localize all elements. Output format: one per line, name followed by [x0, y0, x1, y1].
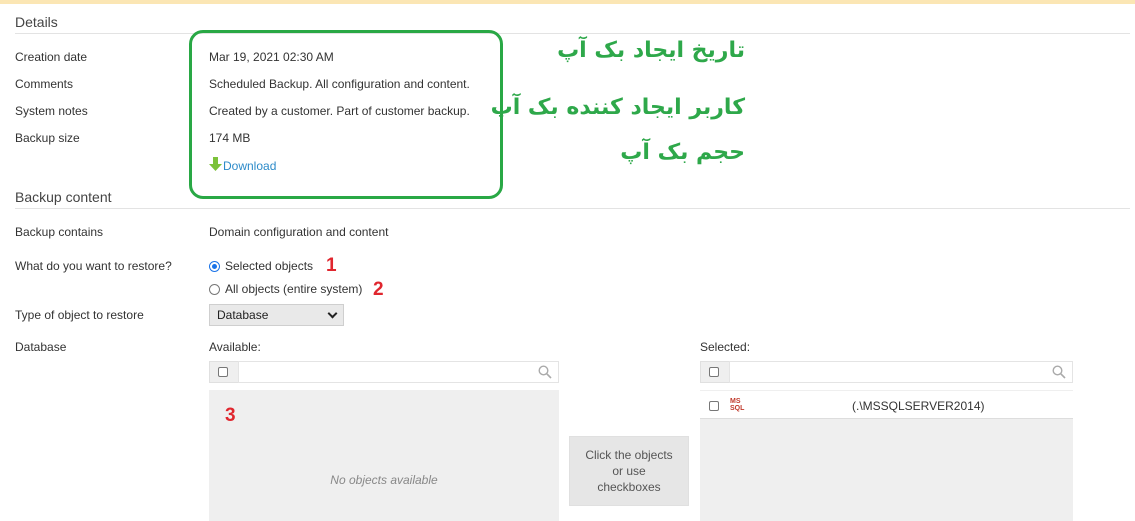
object-type-value: Database — [217, 308, 269, 322]
annotation-creator-user: کاربر ایجاد کننده بک آپ — [490, 95, 745, 120]
selected-item-name[interactable]: (.\MSSQLSERVER2014) — [852, 399, 985, 413]
radio-all-objects-label: All objects (entire system) — [225, 282, 363, 296]
details-divider — [15, 33, 1130, 34]
object-type-select[interactable]: Database — [209, 304, 344, 326]
annotation-backup-size: حجم بک آپ — [620, 140, 745, 165]
chevron-down-icon — [327, 308, 338, 318]
mssql-icon: MS SQL — [730, 398, 745, 412]
available-select-all-checkbox[interactable] — [218, 367, 228, 377]
backup-contains-value: Domain configuration and content — [209, 225, 389, 239]
restore-question-label: What do you want to restore? — [15, 259, 172, 273]
selected-label: Selected: — [700, 340, 751, 354]
backup-contains-label: Backup contains — [15, 225, 104, 239]
backup-content-divider — [15, 208, 1130, 209]
details-highlight-box — [189, 30, 503, 199]
radio-all-objects[interactable]: All objects (entire system) — [209, 282, 362, 296]
backup-content-section-title: Backup content — [15, 189, 112, 205]
marker-1: 1 — [326, 255, 337, 276]
radio-all-objects-control[interactable] — [209, 283, 220, 295]
available-search-input[interactable] — [238, 361, 559, 383]
object-type-label: Type of object to restore — [15, 308, 144, 322]
move-objects-hint-text: Click the objects or use checkboxes — [585, 448, 673, 494]
creation-date-label: Creation date — [15, 50, 88, 64]
comments-label: Comments — [15, 77, 74, 91]
available-label: Available: — [209, 340, 261, 354]
top-warning-stripe — [0, 0, 1135, 4]
move-objects-hint-button[interactable]: Click the objects or use checkboxes — [569, 436, 689, 506]
available-list — [209, 390, 559, 521]
radio-selected-objects-label: Selected objects — [225, 259, 314, 273]
search-icon[interactable] — [538, 365, 552, 382]
marker-2: 2 — [373, 279, 384, 300]
radio-selected-objects-control[interactable] — [209, 260, 220, 272]
search-icon[interactable] — [1052, 365, 1066, 382]
database-label: Database — [15, 340, 67, 354]
radio-selected-objects[interactable]: Selected objects — [209, 259, 313, 273]
annotation-creation-date: تاریخ ایجاد بک آپ — [557, 38, 745, 63]
selected-item-checkbox[interactable] — [709, 401, 719, 411]
marker-3: 3 — [225, 405, 236, 426]
selected-search-input[interactable] — [729, 361, 1073, 383]
backup-size-label: Backup size — [15, 131, 80, 145]
redacted-name — [748, 400, 848, 412]
details-section-title: Details — [15, 14, 58, 30]
system-notes-label: System notes — [15, 104, 88, 118]
selected-select-all-checkbox[interactable] — [709, 367, 719, 377]
available-empty-message: No objects available — [330, 473, 438, 487]
